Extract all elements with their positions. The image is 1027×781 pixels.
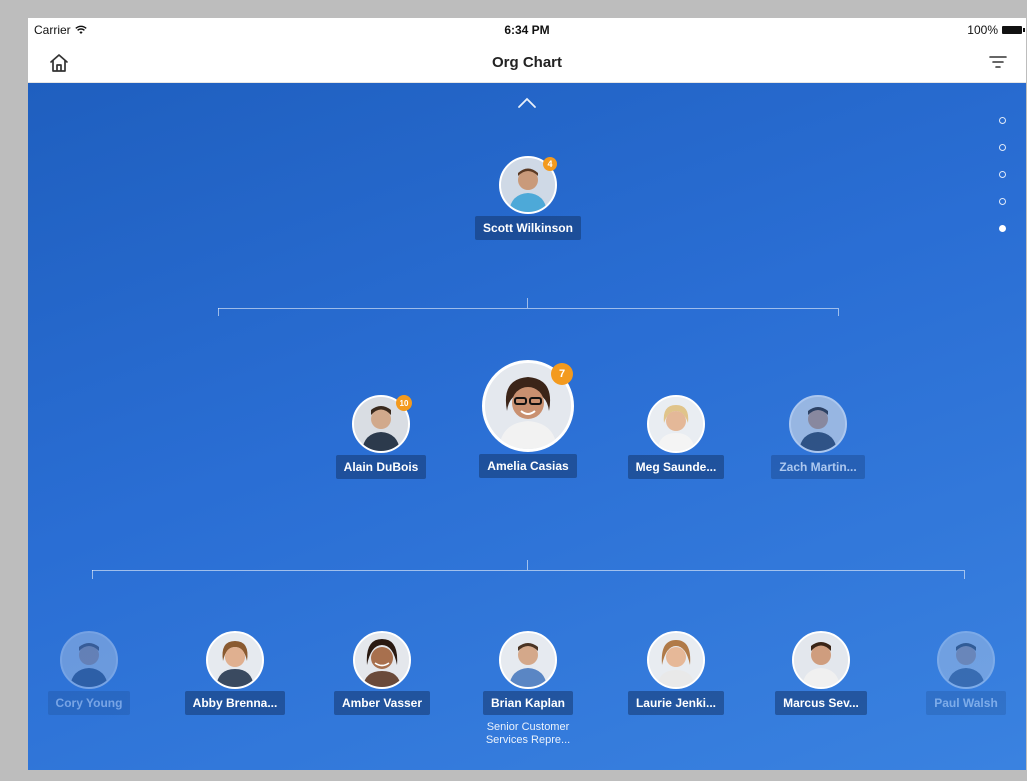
connector-line xyxy=(218,308,838,309)
employee-name: Paul Walsh xyxy=(926,691,1006,715)
org-node-manager[interactable]: 4 Scott Wilkinson xyxy=(458,156,598,240)
pager-dot[interactable] xyxy=(999,171,1006,178)
org-node-selected[interactable]: 7 Amelia Casias xyxy=(466,360,590,478)
org-node-report[interactable]: Marcus Sev... xyxy=(761,631,881,715)
status-bar: Carrier 6:34 PM 100% xyxy=(28,18,1026,44)
person-photo-icon xyxy=(649,397,703,451)
avatar xyxy=(792,631,850,689)
person-photo-icon xyxy=(791,397,845,451)
org-chart-canvas[interactable]: 4 Scott Wilkinson 10 Alain DuBois 7 Amel… xyxy=(28,83,1026,770)
person-photo-icon xyxy=(208,633,262,687)
avatar: 7 xyxy=(482,360,574,452)
pager-dot[interactable] xyxy=(999,144,1006,151)
level-pager xyxy=(999,117,1011,252)
page-title: Org Chart xyxy=(491,54,562,71)
pager-dot[interactable] xyxy=(999,198,1006,205)
navigation-bar: Org Chart xyxy=(28,44,1026,83)
avatar xyxy=(647,395,705,453)
battery-label: 100% xyxy=(967,23,998,37)
employee-job-title: Senior Customer Services Repre... xyxy=(468,721,588,747)
connector-line xyxy=(964,570,965,579)
person-photo-icon xyxy=(939,633,993,687)
employee-name: Cory Young xyxy=(47,691,131,715)
avatar xyxy=(937,631,995,689)
device-screen: Carrier 6:34 PM 100% Org Chart 4 Scott W… xyxy=(28,18,1026,770)
employee-name: Laurie Jenki... xyxy=(627,691,725,715)
job-title-line: Senior Customer xyxy=(486,721,570,733)
connector-line xyxy=(527,560,528,570)
employee-name: Amelia Casias xyxy=(479,454,577,478)
employee-name: Marcus Sev... xyxy=(775,691,867,715)
org-node-peer[interactable]: 10 Alain DuBois xyxy=(321,395,441,479)
connector-line xyxy=(218,308,219,316)
status-time: 6:34 PM xyxy=(504,23,550,37)
battery-icon xyxy=(1002,26,1025,34)
org-node-report[interactable]: Amber Vasser xyxy=(322,631,442,715)
filter-icon[interactable] xyxy=(988,54,1008,72)
org-node-report[interactable]: Abby Brenna... xyxy=(175,631,295,715)
employee-name: Zach Martin... xyxy=(771,455,865,479)
avatar: 10 xyxy=(352,395,412,453)
person-photo-icon xyxy=(62,633,116,687)
person-photo-icon xyxy=(649,633,703,687)
employee-name: Scott Wilkinson xyxy=(475,216,581,240)
avatar xyxy=(789,395,847,453)
chevron-up-icon[interactable] xyxy=(516,96,538,110)
connector-line xyxy=(527,298,528,308)
org-node-report[interactable]: Brian Kaplan Senior Customer Services Re… xyxy=(468,631,588,747)
job-title-line: Services Repre... xyxy=(485,734,571,746)
employee-name: Amber Vasser xyxy=(333,691,431,715)
avatar xyxy=(353,631,411,689)
report-count-badge: 4 xyxy=(543,157,557,171)
org-node-report[interactable]: Laurie Jenki... xyxy=(616,631,736,715)
person-photo-icon xyxy=(501,633,555,687)
employee-name: Abby Brenna... xyxy=(184,691,286,715)
org-node-report[interactable]: Paul Walsh xyxy=(906,631,1026,715)
org-node-report[interactable]: Cory Young xyxy=(28,631,150,715)
employee-name: Brian Kaplan xyxy=(482,691,573,715)
person-photo-icon xyxy=(794,633,848,687)
org-node-peer[interactable]: Meg Saunde... xyxy=(616,395,736,479)
avatar xyxy=(499,631,557,689)
avatar xyxy=(60,631,118,689)
report-count-badge: 10 xyxy=(396,395,412,411)
employee-name: Alain DuBois xyxy=(335,455,427,479)
avatar: 4 xyxy=(499,156,557,214)
pager-dot[interactable] xyxy=(999,117,1006,124)
org-node-peer[interactable]: Zach Martin... xyxy=(758,395,878,479)
employee-name: Meg Saunde... xyxy=(627,455,725,479)
report-count-badge: 7 xyxy=(551,363,573,385)
connector-line xyxy=(92,570,93,579)
connector-line xyxy=(838,308,839,316)
connector-line xyxy=(92,570,964,571)
battery-indicator: 100% xyxy=(967,23,1025,37)
avatar xyxy=(647,631,705,689)
pager-dot-active[interactable] xyxy=(999,225,1006,232)
avatar xyxy=(206,631,264,689)
person-photo-icon xyxy=(355,633,409,687)
